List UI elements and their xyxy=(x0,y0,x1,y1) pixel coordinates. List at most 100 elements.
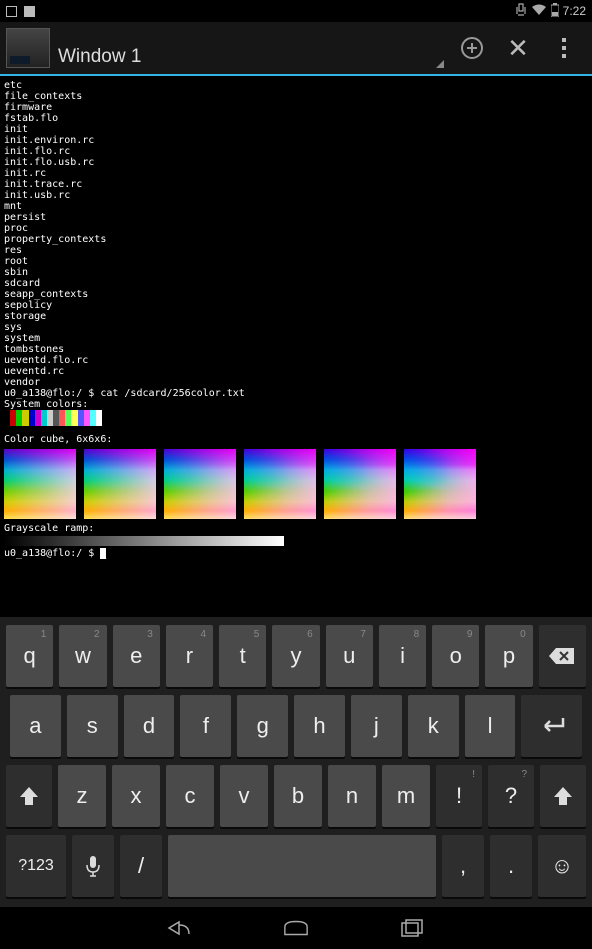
terminal-line: init.usb.rc xyxy=(4,190,588,201)
key-f[interactable]: f xyxy=(180,695,231,757)
terminal-label: Grayscale ramp: xyxy=(4,523,588,534)
enter-icon xyxy=(537,716,567,736)
recent-app-icon xyxy=(23,5,36,18)
terminal-line: etc xyxy=(4,80,588,91)
close-icon: ✕ xyxy=(507,33,529,64)
key-g[interactable]: g xyxy=(237,695,288,757)
key-p[interactable]: 0p xyxy=(485,625,532,687)
key-x[interactable]: x xyxy=(112,765,160,827)
back-icon xyxy=(167,920,193,936)
key-q[interactable]: 1q xyxy=(6,625,53,687)
terminal-line: firmware xyxy=(4,102,588,113)
soft-keyboard: 1q2w3e4r5t6y7u8i9o0p asdfghjkl zxcvbnm!!… xyxy=(0,617,592,907)
back-button[interactable] xyxy=(167,916,193,940)
grayscale-ramp xyxy=(4,536,284,546)
terminal-output[interactable]: etcfile_contextsfirmwarefstab.floinit ini… xyxy=(0,76,592,594)
key-j[interactable]: j xyxy=(351,695,402,757)
key-![interactable]: !! xyxy=(436,765,482,827)
recents-icon xyxy=(401,919,423,937)
terminal-line: init.rc xyxy=(4,168,588,179)
key-i[interactable]: 8i xyxy=(379,625,426,687)
recents-button[interactable] xyxy=(399,916,425,940)
key-e[interactable]: 3e xyxy=(113,625,160,687)
mic-icon xyxy=(84,855,102,877)
smile-icon: ☺ xyxy=(551,853,573,879)
home-icon xyxy=(283,919,309,937)
shift-icon xyxy=(552,785,574,807)
terminal-line: init.flo.usb.rc xyxy=(4,157,588,168)
key-v[interactable]: v xyxy=(220,765,268,827)
key-backspace[interactable] xyxy=(539,625,586,687)
key-symbols[interactable]: ?123 xyxy=(6,835,66,897)
vibrate-icon xyxy=(515,3,527,20)
key-space[interactable] xyxy=(168,835,436,897)
terminal-line: file_contexts xyxy=(4,91,588,102)
system-colors-swatch xyxy=(4,410,102,426)
home-button[interactable] xyxy=(283,916,309,940)
key-d[interactable]: d xyxy=(124,695,175,757)
terminal-line: res xyxy=(4,245,588,256)
key-r[interactable]: 4r xyxy=(166,625,213,687)
key-t[interactable]: 5t xyxy=(219,625,266,687)
shift-icon xyxy=(18,785,40,807)
key-comma[interactable]: , xyxy=(442,835,484,897)
color-cube-row xyxy=(4,449,588,519)
terminal-line: tombstones xyxy=(4,344,588,355)
terminal-line: fstab.flo xyxy=(4,113,588,124)
recent-app-icon xyxy=(6,6,17,17)
terminal-line: mnt xyxy=(4,201,588,212)
close-window-button[interactable]: ✕ xyxy=(504,34,532,62)
key-k[interactable]: k xyxy=(408,695,459,757)
terminal-line: system xyxy=(4,333,588,344)
terminal-line: vendor xyxy=(4,377,588,388)
terminal-line: init.flo.rc xyxy=(4,146,588,157)
battery-icon xyxy=(551,3,559,20)
key-n[interactable]: n xyxy=(328,765,376,827)
terminal-line: storage xyxy=(4,311,588,322)
wifi-icon xyxy=(531,4,547,19)
key-o[interactable]: 9o xyxy=(432,625,479,687)
key-h[interactable]: h xyxy=(294,695,345,757)
action-bar: Window 1 ✕ xyxy=(0,22,592,76)
window-title: Window 1 xyxy=(58,46,141,68)
terminal-line: sepolicy xyxy=(4,300,588,311)
key-u[interactable]: 7u xyxy=(326,625,373,687)
key-?[interactable]: ?? xyxy=(488,765,534,827)
key-shift-right[interactable] xyxy=(540,765,586,827)
terminal-line: init.trace.rc xyxy=(4,179,588,190)
key-period[interactable]: . xyxy=(490,835,532,897)
key-c[interactable]: c xyxy=(166,765,214,827)
terminal-line: ueventd.rc xyxy=(4,366,588,377)
key-b[interactable]: b xyxy=(274,765,322,827)
terminal-line: sdcard xyxy=(4,278,588,289)
key-a[interactable]: a xyxy=(10,695,61,757)
key-m[interactable]: m xyxy=(382,765,430,827)
key-s[interactable]: s xyxy=(67,695,118,757)
key-enter[interactable] xyxy=(521,695,582,757)
add-window-button[interactable] xyxy=(458,34,486,62)
key-slash[interactable]: / xyxy=(120,835,162,897)
key-emoji[interactable]: ☺ xyxy=(538,835,586,897)
key-voice[interactable] xyxy=(72,835,114,897)
backspace-icon xyxy=(548,646,576,666)
window-spinner[interactable]: Window 1 xyxy=(58,22,450,74)
clock: 7:22 xyxy=(563,4,586,18)
system-nav-bar xyxy=(0,907,592,949)
app-icon[interactable] xyxy=(6,28,50,68)
overflow-icon xyxy=(562,38,566,58)
terminal-label: System colors: xyxy=(4,399,588,410)
key-shift-left[interactable] xyxy=(6,765,52,827)
key-z[interactable]: z xyxy=(58,765,106,827)
terminal-line: sys xyxy=(4,322,588,333)
terminal-line: persist xyxy=(4,212,588,223)
overflow-menu-button[interactable] xyxy=(550,34,578,62)
plus-circle-icon xyxy=(461,37,483,59)
key-l[interactable]: l xyxy=(465,695,516,757)
terminal-prompt: u0_a138@flo:/ $ _ xyxy=(4,548,588,559)
key-w[interactable]: 2w xyxy=(59,625,106,687)
terminal-line: property_contexts xyxy=(4,234,588,245)
terminal-label: Color cube, 6x6x6: xyxy=(4,434,588,445)
terminal-line: sbin xyxy=(4,267,588,278)
key-y[interactable]: 6y xyxy=(272,625,319,687)
terminal-line: init xyxy=(4,124,588,135)
